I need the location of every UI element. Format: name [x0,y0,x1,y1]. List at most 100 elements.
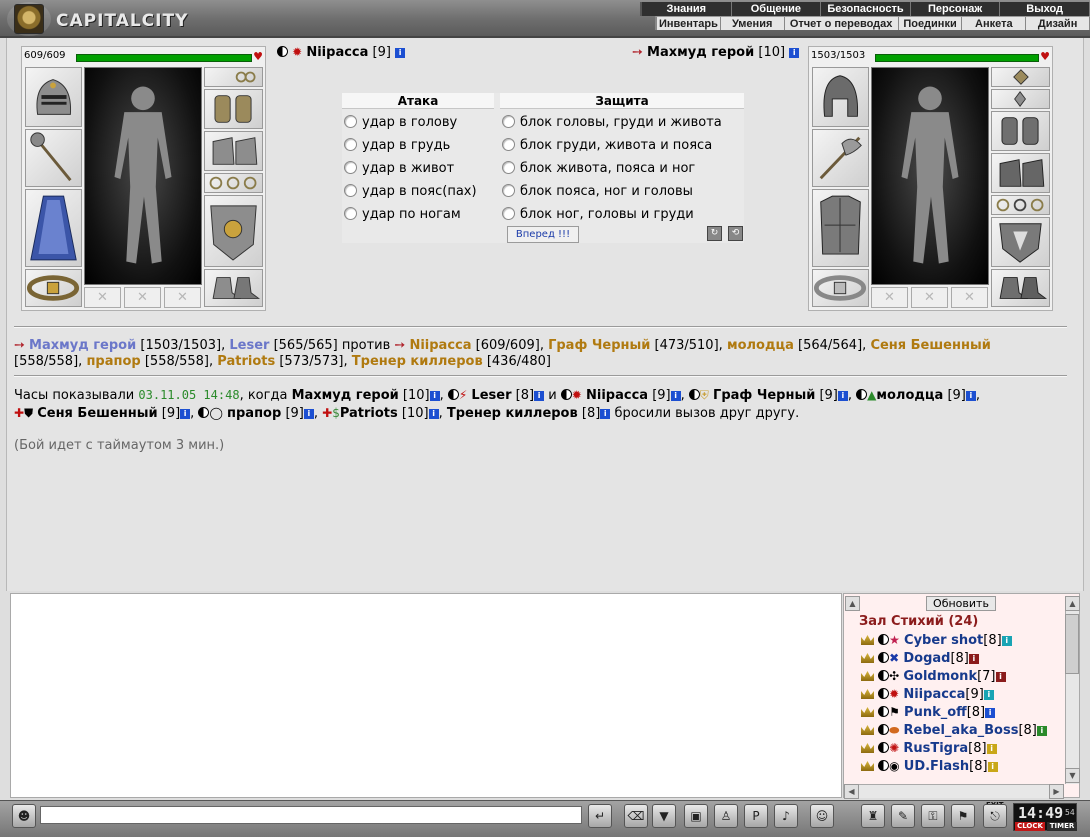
player-name[interactable]: Махмуд герой [647,45,754,60]
person-icon[interactable]: ♙ [714,804,738,828]
scroll-down-icon[interactable]: ▼ [1065,768,1080,783]
scroll-up-icon[interactable]: ▲ [845,596,860,611]
team-member[interactable]: Тренер киллеров [352,354,483,369]
info-icon[interactable]: i [968,654,979,664]
info-icon[interactable]: i [180,409,191,419]
exit-door-icon[interactable]: ⎋ [983,804,1007,828]
shield-slot[interactable] [991,217,1050,267]
info-icon[interactable]: i [995,672,1006,682]
radio-button[interactable] [502,207,515,220]
menu-item-knowledge[interactable]: Знания [642,2,732,16]
info-icon[interactable]: i [983,690,994,700]
helmet-slot[interactable] [25,67,82,127]
info-icon[interactable]: i [987,762,998,772]
empty-slot[interactable]: ✕ [871,287,908,308]
menu-item-communication[interactable]: Общение [732,2,822,16]
info-icon[interactable]: i [1036,726,1047,736]
log-player-name[interactable]: Сеня Бешенный [37,406,157,421]
attack-option[interactable]: удар по ногам [344,205,461,225]
clock-label[interactable]: CLOCK [1015,822,1045,831]
flag-icon[interactable]: ⚑ [951,804,975,828]
menu-item-design[interactable]: Дизайн [1026,17,1090,30]
chat-avatar-icon[interactable]: ☻ [12,804,36,828]
empty-slot[interactable]: ✕ [124,287,161,308]
info-icon[interactable]: i [429,391,440,401]
refresh-icon[interactable]: ↻ [707,226,722,241]
menu-item-character[interactable]: Персонаж [911,2,1001,16]
defense-option[interactable]: блок живота, пояса и ног [502,159,695,179]
player-name[interactable]: RusTigra [903,741,968,756]
auto-icon[interactable]: ⟲ [728,226,743,241]
boots-slot[interactable] [204,269,263,307]
menu-item-inventory[interactable]: Инвентарь [657,17,721,30]
team-member[interactable]: Сеня Бешенный [870,338,990,353]
gloves-slot[interactable] [991,153,1050,193]
player-list-item[interactable]: ✺ RusTigra[8] i [861,741,997,759]
player-name[interactable]: Goldmonk [903,669,977,684]
player-list-item[interactable]: ✹ Niipacca[9] i [861,687,994,705]
info-icon[interactable]: i [965,391,976,401]
radio-button[interactable] [344,161,357,174]
earrings-slot[interactable] [204,67,263,87]
attack-option[interactable]: удар в грудь [344,136,450,156]
player-list-item[interactable]: ⚑ Punk_off[8] i [861,705,996,723]
weapon-slot[interactable] [812,129,869,187]
team-member[interactable]: Граф Черный [548,338,650,353]
info-icon[interactable]: i [837,391,848,401]
attack-option[interactable]: удар в пояс(пах) [344,182,477,202]
save-icon[interactable]: ▣ [684,804,708,828]
radio-button[interactable] [344,207,357,220]
menu-item-transfer-report[interactable]: Отчет о переводах [785,17,899,30]
send-icon[interactable]: ↵ [588,804,612,828]
defense-option[interactable]: блок головы, груди и живота [502,113,722,133]
radio-button[interactable] [502,115,515,128]
radio-button[interactable] [344,184,357,197]
empty-slot[interactable]: ✕ [164,287,201,308]
empty-slot[interactable]: ✕ [911,287,948,308]
player-name[interactable]: UD.Flash [904,759,969,774]
info-icon[interactable]: i [534,391,545,401]
scroll-right-icon[interactable]: ▶ [1049,784,1064,799]
armor-slot[interactable] [812,189,869,267]
bag-icon[interactable]: ♜ [861,804,885,828]
sound-icon[interactable]: ♪ [774,804,798,828]
menu-item-duels[interactable]: Поединки [899,17,963,30]
lock-icon[interactable]: ⚿ [921,804,945,828]
info-icon[interactable]: i [985,708,996,718]
menu-item-skills[interactable]: Умения [721,17,785,30]
radio-button[interactable] [502,184,515,197]
player-list-item[interactable]: ★ Cyber shot[8] i [861,633,1012,651]
chat-messages[interactable] [10,593,842,798]
player-name[interactable]: Niipacca [903,687,965,702]
chat-input[interactable] [40,806,582,824]
cloak-slot[interactable] [25,189,82,267]
menu-item-exit[interactable]: Выход [1000,2,1090,16]
menu-item-profile[interactable]: Анкета [962,17,1027,30]
team-member[interactable]: молодца [727,338,794,353]
log-player-name[interactable]: Patriots [340,406,398,421]
player-name[interactable]: Rebel_aka_Boss [904,723,1019,738]
player-name[interactable]: Niipacca [306,45,368,60]
private-log-icon[interactable]: P [744,804,768,828]
log-player-name[interactable]: Махмуд герой [292,388,399,403]
bracers-slot[interactable] [991,111,1050,151]
info-icon[interactable]: i [670,391,681,401]
log-player-name[interactable]: Тренер киллеров [447,406,578,421]
scrollbar-thumb[interactable] [1065,614,1079,674]
info-icon[interactable]: i [986,744,997,754]
defense-option[interactable]: блок ног, головы и груди [502,205,694,225]
team-member[interactable]: прапор [86,354,140,369]
gloves-slot[interactable] [204,131,263,171]
filter-icon[interactable]: ▼ [652,804,676,828]
scroll-icon[interactable]: ✎ [891,804,915,828]
info-icon[interactable]: i [428,409,439,419]
bracers-slot[interactable] [204,89,263,129]
log-player-name[interactable]: Niipacca [586,388,648,403]
player-name[interactable]: Punk_off [904,705,967,720]
menu-item-security[interactable]: Безопасность [821,2,911,16]
go-button[interactable]: Вперед !!! [507,226,579,243]
log-player-name[interactable]: Leser [471,388,511,403]
attack-option[interactable]: удар в голову [344,113,457,133]
defense-option[interactable]: блок пояса, ног и головы [502,182,693,202]
horizontal-scrollbar[interactable] [844,784,1064,798]
